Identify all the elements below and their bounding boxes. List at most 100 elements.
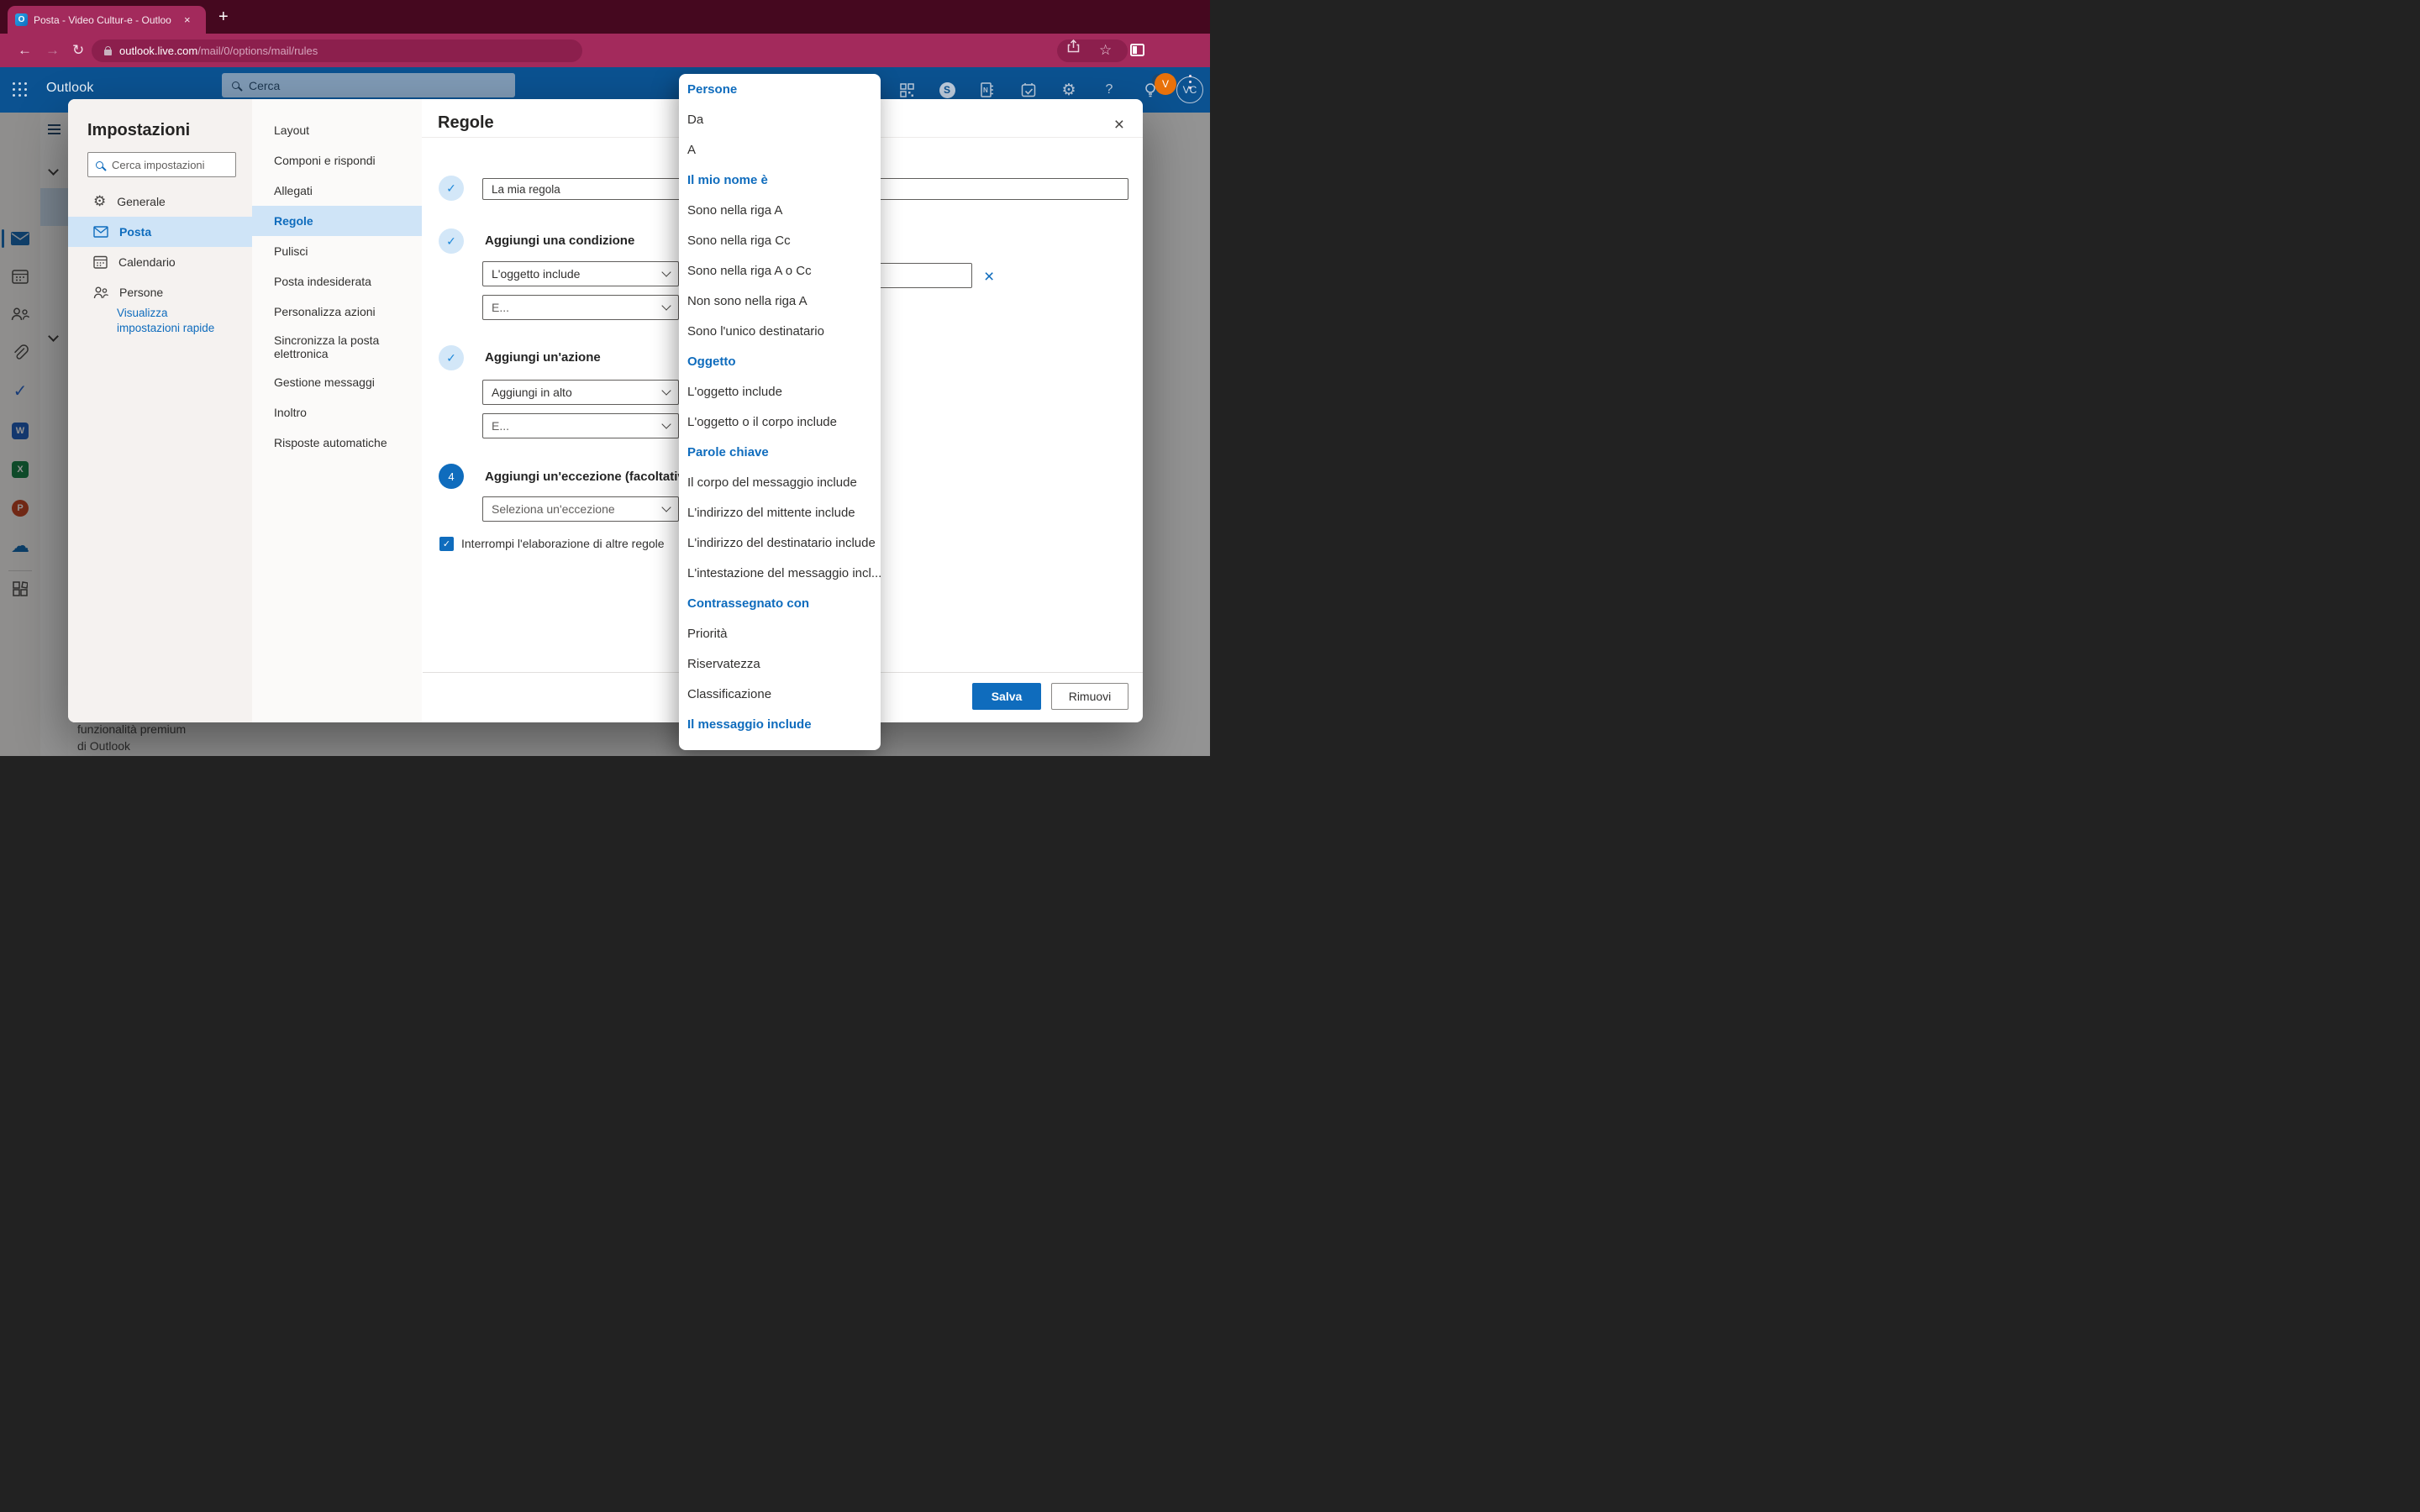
dialog-close-icon[interactable]: ×	[1114, 116, 1124, 134]
mail-outline-icon	[93, 226, 108, 238]
menu-item-mittente-include[interactable]: L'indirizzo del mittente include	[679, 497, 881, 528]
check-icon: ✓	[443, 538, 450, 549]
nav-label: Layout	[274, 123, 309, 137]
menu-item-a[interactable]: A	[679, 134, 881, 165]
check-icon: ✓	[446, 181, 456, 196]
browser-tab[interactable]: O Posta - Video Cultur-e - Outloo ×	[8, 6, 206, 34]
menu-item-unico-destinatario[interactable]: Sono l'unico destinatario	[679, 316, 881, 346]
stop-processing-checkbox[interactable]: ✓	[439, 537, 454, 551]
quick-link-line2: impostazioni rapide	[117, 321, 214, 336]
menu-item-oggetto-corpo[interactable]: L'oggetto o il corpo include	[679, 407, 881, 437]
nav-componi[interactable]: Componi e rispondi	[252, 145, 422, 176]
menu-item-classificazione[interactable]: Classificazione	[679, 679, 881, 709]
nav-label: Posta indesiderata	[274, 275, 371, 288]
cat-label: Persone	[119, 286, 163, 299]
menu-item-intestazione-include[interactable]: L'intestazione del messaggio incl...	[679, 558, 881, 588]
step1-check-circle: ✓	[439, 176, 464, 201]
settings-dialog: Impostazioni ⚙ Generale Posta Calendario	[68, 99, 1143, 722]
exception-select[interactable]: Seleziona un'eccezione	[482, 496, 679, 522]
nav-label: Inoltro	[274, 406, 307, 419]
step4-number: 4	[448, 470, 454, 483]
browser-profile-avatar[interactable]: V	[1155, 73, 1176, 95]
top-search-box[interactable]	[222, 73, 515, 97]
nav-layout[interactable]: Layout	[252, 115, 422, 145]
menu-item-riga-cc[interactable]: Sono nella riga Cc	[679, 225, 881, 255]
skype-letter: S	[939, 82, 955, 98]
side-panel-icon[interactable]	[1130, 44, 1144, 56]
nav-posta-indesiderata[interactable]: Posta indesiderata	[252, 266, 422, 297]
menu-item-da[interactable]: Da	[679, 104, 881, 134]
nav-sincronizza[interactable]: Sincronizza la posta elettronica	[252, 327, 422, 367]
search-input[interactable]	[247, 78, 482, 93]
settings-sidebar: Impostazioni ⚙ Generale Posta Calendario	[68, 99, 252, 722]
action-select[interactable]: Aggiungi in alto	[482, 380, 679, 405]
url-path: /mail/0/options/mail/rules	[197, 45, 318, 57]
menu-item-destinatario-include[interactable]: L'indirizzo del destinatario include	[679, 528, 881, 558]
search-icon	[232, 81, 239, 89]
action-and-select[interactable]: E...	[482, 413, 679, 438]
chevron-down-icon	[661, 502, 671, 512]
browser-menu-icon[interactable]	[1189, 75, 1192, 77]
chevron-down-icon	[661, 386, 671, 395]
url-bar[interactable]: outlook.live.com/mail/0/options/mail/rul…	[92, 39, 582, 62]
and-value: E...	[492, 419, 509, 433]
forward-button[interactable]: →	[45, 41, 60, 60]
menu-header-oggetto: Oggetto	[679, 346, 881, 376]
nav-label: Personalizza azioni	[274, 305, 376, 318]
menu-header-persone: Persone	[679, 74, 881, 104]
nav-regole[interactable]: Regole	[252, 206, 422, 236]
menu-item-corpo-include[interactable]: Il corpo del messaggio include	[679, 467, 881, 497]
outlook-brand[interactable]: Outlook	[46, 81, 94, 96]
quick-settings-link[interactable]: Visualizza impostazioni rapide	[117, 306, 214, 336]
nav-label: Pulisci	[274, 244, 308, 258]
reload-button[interactable]: ↻	[72, 41, 84, 60]
bookmark-star-icon[interactable]: ☆	[1099, 42, 1112, 59]
exception-placeholder: Seleziona un'eccezione	[492, 502, 615, 516]
nav-inoltro[interactable]: Inoltro	[252, 397, 422, 428]
share-icon[interactable]	[1067, 39, 1080, 53]
step3-label: Aggiungi un'azione	[485, 350, 601, 365]
menu-header-parole-chiave: Parole chiave	[679, 437, 881, 467]
remove-button[interactable]: Rimuovi	[1051, 683, 1128, 710]
nav-gestione-messaggi[interactable]: Gestione messaggi	[252, 367, 422, 397]
settings-search-input[interactable]	[110, 158, 219, 172]
back-button[interactable]: ←	[18, 41, 32, 60]
menu-item-riservatezza[interactable]: Riservatezza	[679, 648, 881, 679]
menu-item-riga-a[interactable]: Sono nella riga A	[679, 195, 881, 225]
calendar-outline-icon	[93, 255, 108, 269]
step2-check-circle: ✓	[439, 228, 464, 254]
settings-cat-persone[interactable]: Persone	[68, 277, 252, 307]
condition-dropdown-menu: Persone Da A Il mio nome è Sono nella ri…	[679, 74, 881, 750]
and-value: E...	[492, 301, 509, 314]
step4-number-circle: 4	[439, 464, 464, 489]
step3-check-circle: ✓	[439, 345, 464, 370]
settings-cat-posta[interactable]: Posta	[68, 217, 252, 247]
remove-condition-icon[interactable]: ×	[984, 267, 994, 287]
url-text: outlook.live.com/mail/0/options/mail/rul…	[119, 45, 318, 57]
settings-search-box[interactable]	[87, 152, 236, 177]
settings-title: Impostazioni	[87, 121, 190, 140]
settings-cat-calendario[interactable]: Calendario	[68, 247, 252, 277]
nav-allegati[interactable]: Allegati	[252, 176, 422, 206]
check-icon: ✓	[446, 234, 456, 249]
menu-item-oggetto-include[interactable]: L'oggetto include	[679, 376, 881, 407]
menu-item-non-riga-a[interactable]: Non sono nella riga A	[679, 286, 881, 316]
app-launcher-icon[interactable]	[13, 82, 27, 97]
nav-label: Regole	[274, 214, 313, 228]
nav-risposte-automatiche[interactable]: Risposte automatiche	[252, 428, 422, 458]
nav-pulisci[interactable]: Pulisci	[252, 236, 422, 266]
chevron-down-icon	[661, 301, 671, 310]
condition-and-select[interactable]: E...	[482, 295, 679, 320]
new-tab-button[interactable]: +	[218, 8, 229, 27]
condition-select[interactable]: L'oggetto include	[482, 261, 679, 286]
outlook-favicon-icon: O	[15, 13, 28, 26]
settings-categories: ⚙ Generale Posta Calendario Persone	[68, 186, 252, 307]
account-avatar[interactable]: VC	[1176, 76, 1203, 103]
menu-item-riga-a-o-cc[interactable]: Sono nella riga A o Cc	[679, 255, 881, 286]
chevron-down-icon	[661, 419, 671, 428]
save-button[interactable]: Salva	[972, 683, 1041, 710]
tab-close-icon[interactable]: ×	[184, 14, 191, 25]
nav-personalizza-azioni[interactable]: Personalizza azioni	[252, 297, 422, 327]
menu-item-priorita[interactable]: Priorità	[679, 618, 881, 648]
settings-cat-generale[interactable]: ⚙ Generale	[68, 186, 252, 217]
